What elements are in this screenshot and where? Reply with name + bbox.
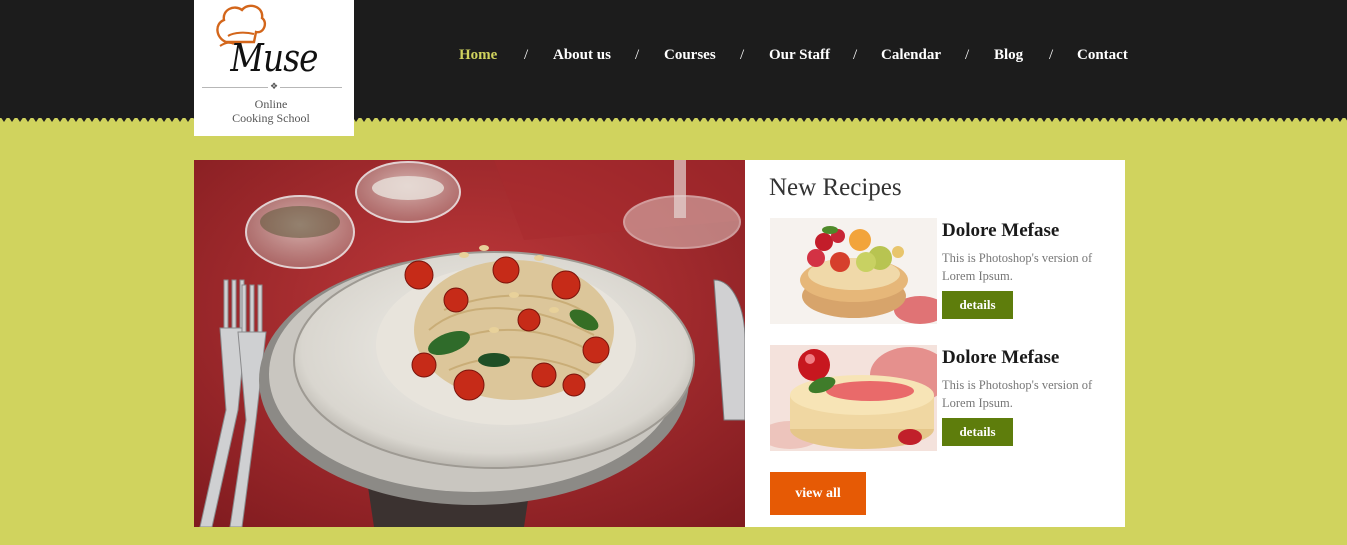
nav-item-about-us[interactable]: About us [553, 47, 611, 64]
recipe-card: Dolore Mefase This is Photoshop's versio… [770, 345, 1110, 451]
recipe-description: This is Photoshop's version of Lorem Ips… [942, 251, 1093, 283]
recipe-thumbnail-panna-cotta[interactable] [770, 345, 937, 451]
nav-separator: / [1049, 47, 1054, 63]
logo-brand-name: Muse [230, 36, 318, 80]
logo-subtitle-line2: Cooking School [232, 111, 310, 125]
recipe-description: This is Photoshop's version of Lorem Ips… [942, 378, 1093, 410]
nav-separator: / [965, 47, 970, 63]
logo-subtitle-line1: Online [254, 97, 288, 111]
nav-item-blog[interactable]: Blog [994, 47, 1023, 64]
recipe-thumbnail-fruit-tart[interactable] [770, 218, 937, 324]
nav-item-home[interactable]: Home [459, 47, 497, 64]
details-button[interactable]: details [942, 291, 1013, 319]
nav-item-contact[interactable]: Contact [1077, 47, 1128, 64]
site-logo[interactable]: Muse ❖ Online Cooking School [194, 0, 354, 136]
nav-separator: / [524, 47, 529, 63]
view-all-button[interactable]: view all [770, 472, 866, 515]
nav-separator: / [740, 47, 745, 63]
logo-subtitle: Online Cooking School [194, 97, 348, 125]
hero-image-pasta-dish [194, 160, 745, 527]
new-recipes-panel: New Recipes Dolore Mefase This is Photos… [745, 160, 1125, 527]
recipe-card: Dolore Mefase This is Photoshop's versio… [770, 218, 1110, 324]
recipe-title[interactable]: Dolore Mefase [942, 347, 1059, 369]
nav-item-courses[interactable]: Courses [664, 47, 716, 64]
new-recipes-heading: New Recipes [769, 174, 902, 201]
recipe-title[interactable]: Dolore Mefase [942, 220, 1059, 242]
nav-item-calendar[interactable]: Calendar [881, 47, 941, 64]
logo-ornament: ❖ [268, 82, 281, 92]
nav-separator: / [853, 47, 858, 63]
details-button[interactable]: details [942, 418, 1013, 446]
nav-item-our-staff[interactable]: Our Staff [769, 47, 830, 64]
nav-separator: / [635, 47, 640, 63]
